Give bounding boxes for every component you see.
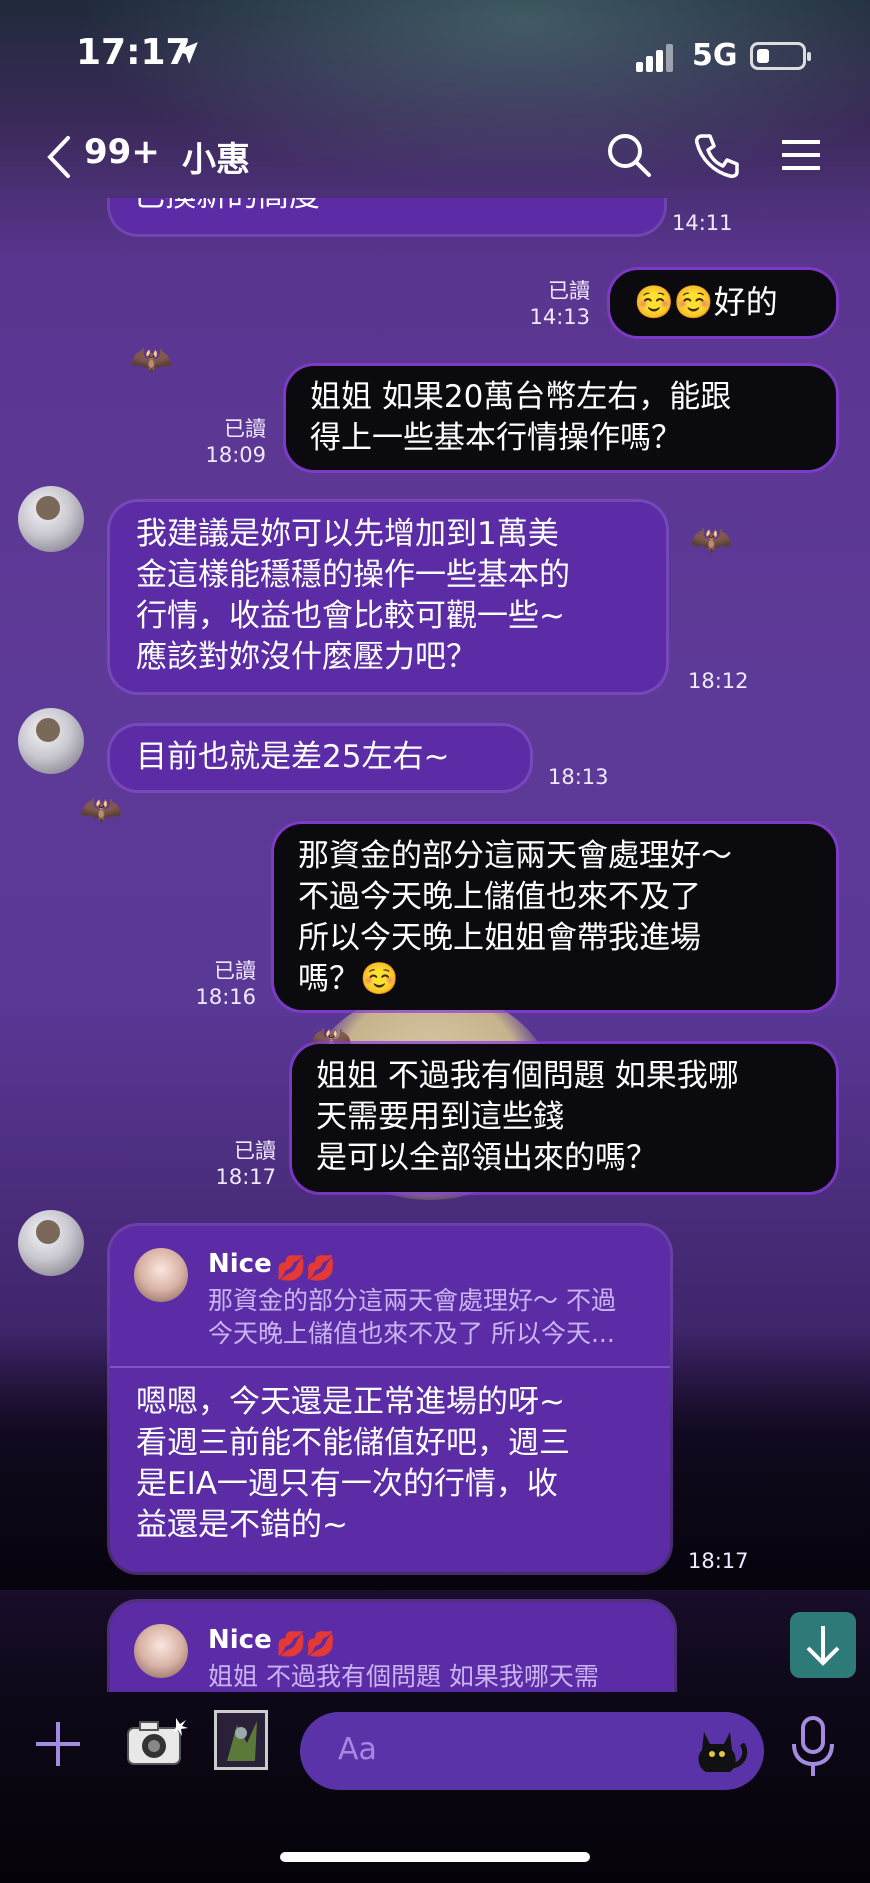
bat-decoration: 🦇: [130, 340, 173, 380]
message-bubble[interactable]: 我建議是妳可以先增加到1萬美 金這樣能穩穩的操作一些基本的 行情，收益也會比較可…: [110, 502, 666, 692]
message-text: 那資金的部分這兩天會處理好～ 不過今天晚上儲值也來不及了 所以今天晚上姐姐會帶我…: [298, 838, 732, 997]
message-time: 14:13: [529, 305, 590, 329]
contact-avatar[interactable]: [18, 1210, 84, 1276]
message-text: 嗯嗯，今天還是正常進場的呀~ 看週三前能不能儲值好吧，週三 是EIA一週只有一次…: [136, 1384, 570, 1543]
message-bubble[interactable]: 姐姐 如果20萬台幣左右，能跟 得上一些基本行情操作嗎？: [286, 366, 836, 470]
gallery-icon[interactable]: [214, 1710, 268, 1770]
signal-icon: [636, 44, 673, 72]
search-icon[interactable]: [604, 130, 654, 180]
message-text: 姐姐 不過我有個問題 如果我哪 天需要用到這些錢 是可以全部領出來的嗎？: [316, 1058, 739, 1176]
message-text: 已換新的高度: [134, 198, 320, 214]
clip-region: Nice 💋💋 姐姐 不過我有個問題 如果我哪天需: [0, 1596, 870, 1692]
read-receipt-block: 已讀 14:13: [520, 278, 590, 330]
read-receipt-block: 已讀 18:16: [186, 958, 256, 1010]
message-text: 目前也就是差25左右~: [136, 739, 450, 775]
reply-avatar: [134, 1248, 188, 1302]
reply-sender-name: Nice: [208, 1625, 272, 1655]
input-placeholder: Aa: [338, 1732, 377, 1767]
message-text: 姐姐 如果20萬台幣左右，能跟 得上一些基本行情操作嗎？: [310, 379, 732, 456]
message-text: ☺️☺️好的: [634, 283, 778, 321]
read-receipt-block: 已讀 18:17: [206, 1138, 276, 1190]
reply-preview[interactable]: Nice 💋💋 那資金的部分這兩天會處理好～ 不過 今天晚上儲值也來不及了 所以…: [110, 1226, 670, 1368]
message-time: 18:16: [195, 985, 256, 1009]
menu-icon[interactable]: [776, 130, 826, 180]
plus-icon[interactable]: [30, 1716, 86, 1772]
message-bubble-with-reply[interactable]: Nice 💋💋 那資金的部分這兩天會處理好～ 不過 今天晚上儲值也來不及了 所以…: [110, 1226, 670, 1572]
message-bubble[interactable]: 已換新的高度: [110, 198, 664, 234]
message-bubble[interactable]: 那資金的部分這兩天會處理好～ 不過今天晚上儲值也來不及了 所以今天晚上姐姐會帶我…: [274, 824, 836, 1010]
contact-avatar[interactable]: [18, 708, 84, 774]
read-receipt: 已讀: [214, 959, 256, 983]
reply-avatar: [134, 1624, 188, 1678]
home-indicator[interactable]: [280, 1852, 590, 1862]
message-time: 18:17: [688, 1549, 749, 1573]
message-bubble[interactable]: 目前也就是差25左右~: [110, 726, 530, 790]
battery-icon: [750, 42, 811, 70]
bat-decoration: 🦇: [80, 790, 123, 830]
reply-sender-name: Nice: [208, 1249, 272, 1279]
read-receipt-block: 已讀 18:09: [196, 416, 266, 468]
message-time: 18:09: [205, 443, 266, 467]
network-type: 5G: [692, 38, 738, 73]
scroll-to-bottom-button[interactable]: [790, 1612, 856, 1678]
message-bubble-with-reply[interactable]: Nice 💋💋 姐姐 不過我有個問題 如果我哪天需: [110, 1602, 674, 1692]
message-bubble[interactable]: 姐姐 不過我有個問題 如果我哪 天需要用到這些錢 是可以全部領出來的嗎？: [292, 1044, 836, 1192]
status-bar: 17:17 5G: [0, 0, 870, 110]
message-bubble[interactable]: ☺️☺️好的: [610, 270, 836, 336]
contact-avatar[interactable]: [18, 486, 84, 552]
read-receipt: 已讀: [234, 1139, 276, 1163]
reply-sender-emoji: 💋💋: [276, 1254, 336, 1282]
chat-header: 99+ 小惠: [0, 118, 870, 198]
bat-decoration: 🦇: [690, 520, 733, 560]
contact-name[interactable]: 小惠: [182, 132, 250, 181]
read-receipt: 已讀: [548, 279, 590, 303]
cat-sticker-icon[interactable]: [690, 1722, 750, 1780]
message-time: 18:12: [688, 669, 749, 693]
microphone-icon[interactable]: [786, 1714, 840, 1780]
message-time: 18:17: [215, 1165, 276, 1189]
input-bar: Aa: [0, 1690, 870, 1810]
phone-icon[interactable]: [692, 130, 742, 180]
message-time: 14:11: [672, 211, 733, 235]
reply-quote: 姐姐 不過我有個問題 如果我哪天需: [208, 1662, 599, 1691]
chat-screen: 🦇 🦇 🦇 🦇 17:17 5G 99+ 小惠 已換新的高度 14:11: [0, 0, 870, 1883]
location-arrow-icon: [176, 42, 198, 64]
message-text: 我建議是妳可以先增加到1萬美 金這樣能穩穩的操作一些基本的 行情，收益也會比較可…: [136, 516, 570, 675]
arrow-down-icon: [806, 1626, 840, 1666]
message-input[interactable]: Aa: [300, 1712, 764, 1790]
message-time: 18:13: [548, 765, 609, 789]
gallery-thumbnail: [217, 1713, 265, 1767]
reply-quote: 那資金的部分這兩天會處理好～ 不過 今天晚上儲值也來不及了 所以今天...: [208, 1286, 616, 1348]
reply-sender-emoji: 💋💋: [276, 1630, 336, 1658]
unread-count[interactable]: 99+: [84, 132, 160, 172]
camera-icon[interactable]: [124, 1714, 188, 1770]
back-chevron-icon[interactable]: [44, 132, 74, 182]
read-receipt: 已讀: [224, 417, 266, 441]
